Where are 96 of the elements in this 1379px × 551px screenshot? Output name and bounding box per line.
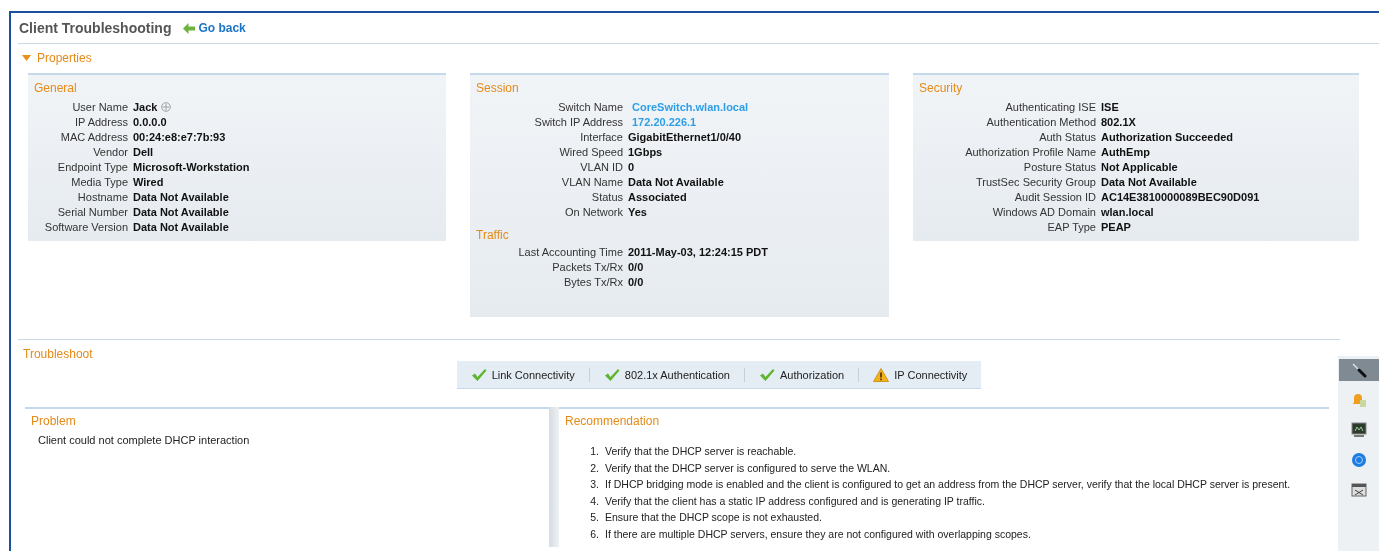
list-number: 4. <box>589 494 599 509</box>
field-value: 802.1X <box>1101 116 1136 128</box>
field-label: User Name <box>71 101 128 113</box>
recommendation-text: If DHCP bridging mode is enabled and the client is configured to get an address from the DHCP server, verify that the local DHCP server is present. <box>605 478 1291 492</box>
field-value: Wired <box>133 176 164 188</box>
field-label: Serial Number <box>56 206 128 218</box>
field-value: PEAP <box>1101 221 1131 233</box>
field-label: Auth Status <box>1038 131 1096 143</box>
field-value: GigabitEthernet1/0/40 <box>628 131 742 143</box>
field-label: Packets Tx/Rx <box>551 261 623 273</box>
go-back-link[interactable]: Go back <box>183 21 246 35</box>
check-icon <box>603 367 620 382</box>
section-title: Traffic <box>476 228 510 242</box>
field-label: Media Type <box>70 176 128 188</box>
field-value: Associated <box>628 191 687 203</box>
field-value: Dell <box>133 146 154 158</box>
section-title: General <box>34 81 78 95</box>
check-icon <box>759 367 775 382</box>
list-number: 3. <box>589 478 599 492</box>
step-item[interactable]: Link Connectivity <box>456 367 590 382</box>
monitor-icon <box>1350 422 1367 438</box>
recommendation-text: Ensure that the DHCP scope is not exhausted. <box>605 511 822 525</box>
field-label: Authentication Method <box>985 116 1096 128</box>
field-label: Software Version <box>43 221 128 233</box>
field-label: Windows AD Domain <box>991 206 1096 218</box>
panel-title: Problem <box>31 414 77 428</box>
field-label: Vendor <box>92 146 128 158</box>
field-value: 0/0 <box>628 276 644 288</box>
card-icon <box>1350 482 1367 498</box>
field-label: Hostname <box>76 191 128 203</box>
field-value: 0/0 <box>628 261 644 273</box>
field-value: AuthEmp <box>1101 146 1150 158</box>
recommendation-text: Verify that the client has a static IP address configured and is generating IP traffic. <box>605 494 985 509</box>
step-item[interactable]: Authorization <box>745 367 860 382</box>
field-value: ISE <box>1101 101 1119 113</box>
field-value: Data Not Available <box>628 176 724 188</box>
field-label: Bytes Tx/Rx <box>562 276 623 288</box>
field-value: Data Not Available <box>133 191 229 203</box>
problem-text: Client could not complete DHCP interaction <box>37 434 251 446</box>
field-label: VLAN ID <box>579 161 623 173</box>
field-label: Switch Name <box>557 101 623 113</box>
list-number: 1. <box>589 445 599 459</box>
field-label: Audit Session ID <box>1013 191 1096 203</box>
list-number: 5. <box>589 511 599 525</box>
field-value: 0.0.0.0 <box>133 116 167 128</box>
recommendation-text: Verify that the DHCP server is configured to serve the WLAN. <box>605 461 891 476</box>
field-value: Yes <box>628 206 647 218</box>
page-title: Client Troubleshooting <box>19 20 172 36</box>
recommendation-text: Verify that the DHCP server is reachable. <box>605 445 797 459</box>
field-value: wlan.local <box>1101 206 1154 218</box>
field-value: 1Gbps <box>628 146 663 158</box>
field-label: Wired Speed <box>558 146 623 158</box>
section-title: Session <box>476 81 520 95</box>
screwdriver-icon <box>1350 362 1367 378</box>
field-value: Jack <box>133 101 158 113</box>
field-label: IP Address <box>74 116 128 128</box>
field-value: 0 <box>628 161 635 173</box>
field-value: AC14E3810000089BEC90D091 <box>1101 191 1260 203</box>
field-label: MAC Address <box>59 131 128 143</box>
field-label: Endpoint Type <box>56 161 128 173</box>
plus-circle-icon[interactable] <box>161 102 172 112</box>
field-label: TrustSec Security Group <box>974 176 1096 188</box>
step-item[interactable]: 802.1x Authentication <box>589 367 745 382</box>
field-label: VLAN Name <box>560 176 623 188</box>
tool-button[interactable] <box>1338 359 1379 381</box>
panel-title: Recommendation <box>565 414 661 428</box>
field-label: Interface <box>579 131 623 143</box>
list-number: 6. <box>589 527 599 542</box>
step-item[interactable]: IP Connectivity <box>859 367 982 382</box>
field-value: Data Not Available <box>1101 176 1197 188</box>
field-value: Data Not Available <box>133 221 229 233</box>
field-value: Data Not Available <box>133 206 229 218</box>
field-value: Authorization Succeeded <box>1101 131 1234 143</box>
globe-icon <box>1350 452 1367 468</box>
field-label: Authenticating ISE <box>1004 101 1096 113</box>
section-title: Security <box>919 81 964 95</box>
caret-icon <box>22 54 31 62</box>
check-icon <box>470 367 487 382</box>
field-label: Posture Status <box>1022 161 1096 173</box>
field-label: Authorization Profile Name <box>964 146 1096 158</box>
field-label: Switch IP Address <box>533 116 623 128</box>
section-title: Troubleshoot <box>22 346 94 361</box>
field-value: Microsoft-Workstation <box>133 161 250 173</box>
field-label: Last Accounting Time <box>517 246 623 258</box>
back-arrow-icon <box>183 22 196 34</box>
field-value: 2011-May-03, 12:24:15 PDT <box>628 246 769 258</box>
field-label: EAP Type <box>1046 221 1096 233</box>
bell-icon <box>1350 392 1367 408</box>
field-value: 00:24:e8:e7:7b:93 <box>133 131 226 143</box>
warning-icon <box>873 367 890 382</box>
field-label: On Network <box>563 206 623 218</box>
list-number: 2. <box>589 461 599 476</box>
recommendation-text: If there are multiple DHCP servers, ensure they are not configured with overlapping scopes. <box>605 527 1031 542</box>
splitter-handle[interactable] <box>549 407 559 547</box>
field-value: Not Applicable <box>1101 161 1178 173</box>
field-label: Status <box>590 191 623 203</box>
